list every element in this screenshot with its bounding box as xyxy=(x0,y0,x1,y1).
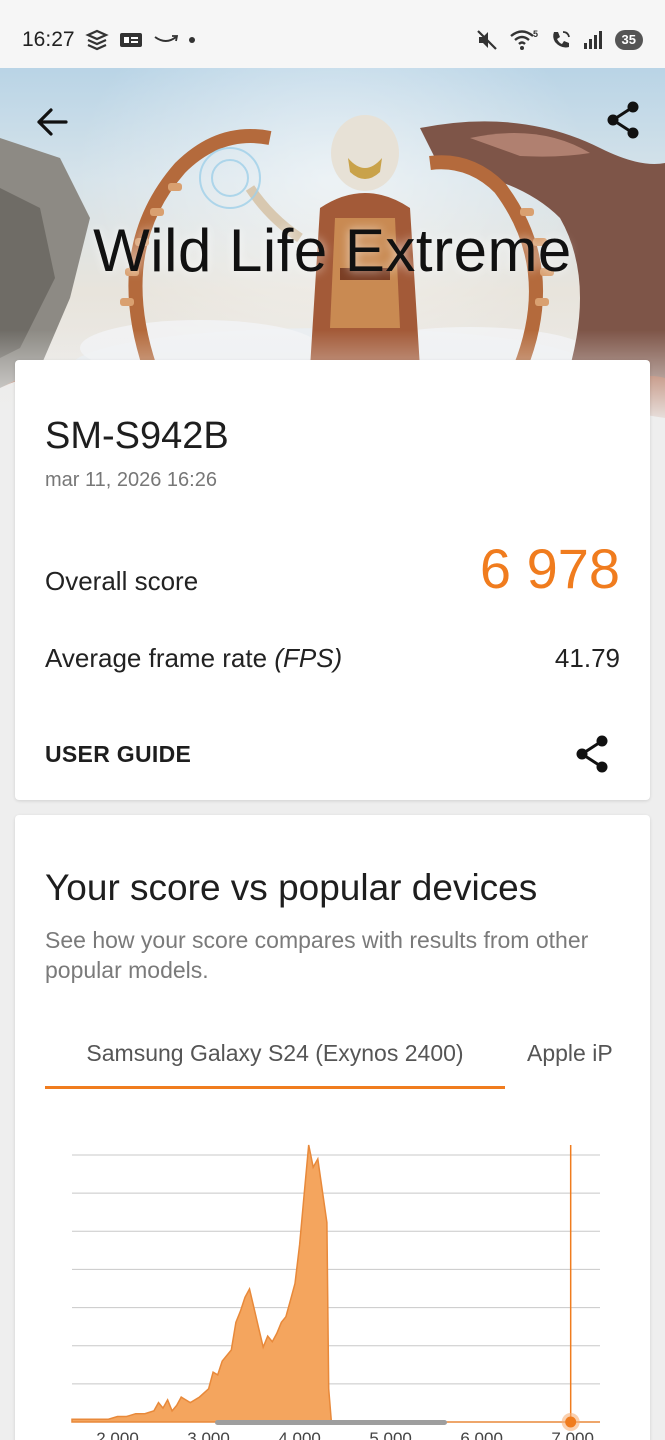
battery-indicator: 35 xyxy=(614,30,643,50)
score-histogram-chart: 2 000 3 000 4 000 5 000 6 000 7 000 xyxy=(71,1144,600,1440)
tab-samsung-galaxy-s24[interactable]: Samsung Galaxy S24 (Exynos 2400) xyxy=(45,1040,505,1090)
result-card: SM-S942B mar 11, 2026 16:26 Overall scor… xyxy=(15,360,650,800)
signal-icon xyxy=(583,30,605,50)
arrow-left-icon xyxy=(37,108,68,136)
share-result-button[interactable] xyxy=(570,732,614,776)
tab-apple[interactable]: Apple iP xyxy=(527,1040,613,1067)
notification-dot-icon xyxy=(188,37,195,43)
active-tab-indicator xyxy=(45,1086,505,1089)
x-tick-label: 7 000 xyxy=(551,1429,594,1440)
status-time: 16:27 xyxy=(22,28,75,51)
amazon-icon xyxy=(153,33,179,47)
sim-card-icon xyxy=(84,29,109,51)
wifi-icon: 5 xyxy=(509,28,539,52)
wifi-call-icon xyxy=(549,28,573,52)
comparison-title: Your score vs popular devices xyxy=(45,867,538,908)
fps-value: 41.79 xyxy=(554,643,620,673)
result-timestamp: mar 11, 2026 16:26 xyxy=(45,469,217,491)
overall-score-label: Overall score xyxy=(45,566,199,596)
comparison-subtitle: See how your score compares with results… xyxy=(45,927,589,983)
share-icon xyxy=(576,735,608,773)
mute-icon xyxy=(475,28,499,52)
x-tick-label: 2 000 xyxy=(96,1429,139,1440)
overall-score-value: 6 978 xyxy=(479,537,620,600)
x-tick-label: 6 000 xyxy=(460,1429,503,1440)
svg-text:5: 5 xyxy=(533,29,538,39)
comparison-card: Your score vs popular devices See how yo… xyxy=(15,815,650,1440)
back-button[interactable] xyxy=(30,100,74,144)
chart-scroll-thumb xyxy=(215,1420,447,1425)
fps-label-text: Average frame rate xyxy=(45,643,275,673)
x-tick-label: 3 000 xyxy=(187,1429,230,1440)
share-icon xyxy=(607,101,639,139)
share-button-top[interactable] xyxy=(601,98,645,142)
benchmark-title: Wild Life Extreme xyxy=(93,217,572,284)
user-guide-link[interactable]: USER GUIDE xyxy=(45,741,191,768)
x-tick-label: 5 000 xyxy=(369,1429,412,1440)
fps-label-unit: (FPS) xyxy=(274,643,343,673)
gallery-icon xyxy=(119,31,143,49)
fps-label: Average frame rate (FPS) xyxy=(45,643,342,674)
device-name: SM-S942B xyxy=(45,415,229,457)
score-marker-dot xyxy=(565,1416,577,1428)
histogram-area xyxy=(71,1144,600,1423)
x-tick-label: 4 000 xyxy=(278,1429,321,1440)
